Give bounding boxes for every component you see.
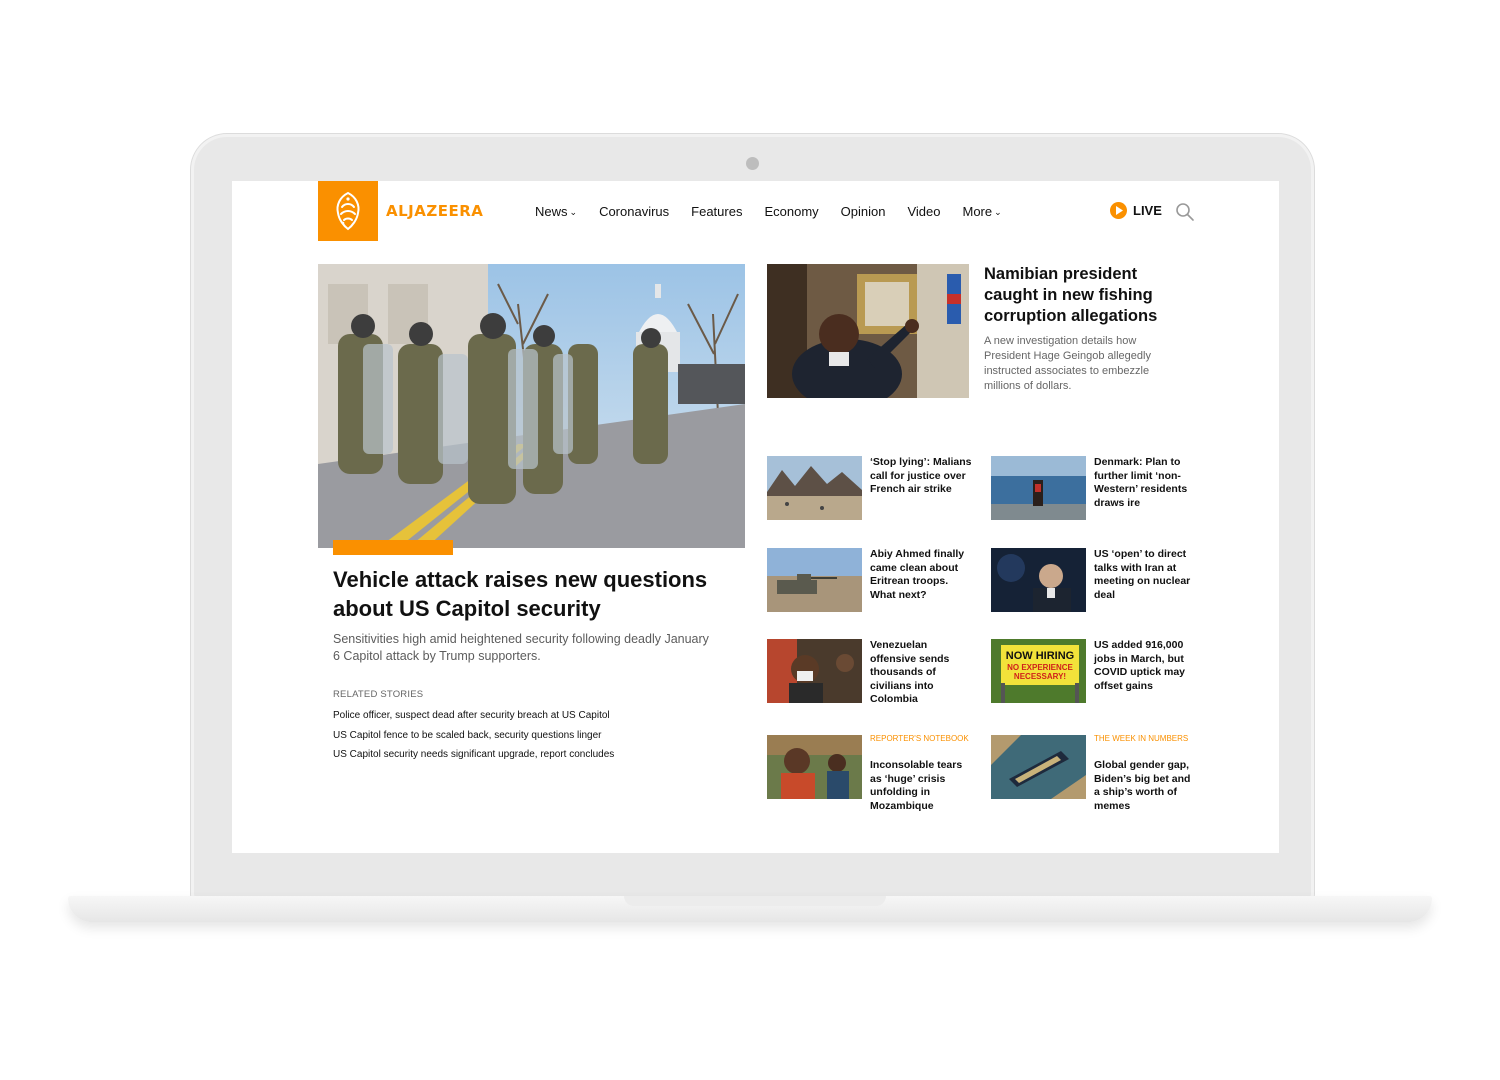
story-thumbnail	[767, 456, 862, 520]
story-thumbnail	[767, 548, 862, 612]
nav-item-video[interactable]: Video	[907, 204, 940, 219]
hero-image[interactable]	[318, 264, 745, 548]
story-card[interactable]: Abiy Ahmed finally came clean about Erit…	[767, 548, 977, 628]
story-title: Denmark: Plan to further limit ‘non-West…	[1094, 456, 1188, 509]
nav-item-more[interactable]: More ⌄	[963, 204, 1002, 219]
related-story-link[interactable]: US Capitol security needs significant up…	[333, 745, 614, 765]
related-stories-list: Police officer, suspect dead after secur…	[333, 706, 614, 765]
live-label: LIVE	[1133, 203, 1162, 218]
story-card[interactable]: REPORTER'S NOTEBOOK Inconsolable tears a…	[767, 734, 977, 815]
chevron-down-icon: ⌄	[569, 207, 578, 217]
nav-item-economy[interactable]: Economy	[764, 204, 818, 219]
nav-item-features[interactable]: Features	[691, 204, 742, 219]
featured-title[interactable]: Namibian president caught in new fishing…	[984, 264, 1189, 327]
related-stories-label: RELATED STORIES	[333, 689, 424, 700]
story-card[interactable]: Denmark: Plan to further limit ‘non-West…	[991, 456, 1201, 536]
story-category: THE WEEK IN NUMBERS	[1094, 734, 1189, 743]
svg-text:NECESSARY!: NECESSARY!	[1014, 672, 1066, 681]
related-story-link[interactable]: US Capitol fence to be scaled back, secu…	[333, 726, 614, 746]
story-thumbnail	[767, 639, 862, 703]
story-title: Abiy Ahmed finally came clean about Erit…	[870, 548, 965, 601]
svg-text:NOW HIRING: NOW HIRING	[1006, 650, 1074, 662]
laptop-notch	[624, 896, 886, 906]
nav-item-opinion[interactable]: Opinion	[841, 204, 886, 219]
story-thumbnail	[991, 456, 1086, 520]
brand-name[interactable]: ALJAZEERA	[386, 202, 483, 220]
featured-image[interactable]	[767, 264, 969, 398]
featured-summary: A new investigation details how Presiden…	[984, 335, 1151, 392]
story-thumbnail	[991, 735, 1086, 799]
nav-item-news[interactable]: News ⌄	[535, 204, 577, 219]
play-icon	[1110, 202, 1127, 219]
search-icon[interactable]	[1175, 202, 1195, 227]
story-category: REPORTER'S NOTEBOOK	[870, 734, 969, 743]
main-nav: News ⌄ Coronavirus Features Economy Opini…	[535, 204, 1024, 219]
story-title: Inconsolable tears as ‘huge’ crisis unfo…	[870, 759, 963, 812]
story-card[interactable]: NOW HIRING NO EXPERIENCE NECESSARY! US a…	[991, 639, 1201, 719]
story-thumbnail: NOW HIRING NO EXPERIENCE NECESSARY!	[991, 639, 1086, 703]
story-thumbnail	[991, 548, 1086, 612]
story-thumbnail	[767, 735, 862, 799]
related-story-link[interactable]: Police officer, suspect dead after secur…	[333, 706, 614, 726]
story-card[interactable]: ‘Stop lying’: Malians call for justice o…	[767, 456, 977, 536]
story-card[interactable]: US ‘open’ to direct talks with Iran at m…	[991, 548, 1201, 628]
hero-summary: Sensitivities high amid heightened secur…	[333, 632, 709, 663]
camera-icon	[746, 157, 759, 170]
story-card[interactable]: Venezuelan offensive sends thousands of …	[767, 639, 977, 719]
svg-text:NO EXPERIENCE: NO EXPERIENCE	[1007, 663, 1073, 672]
story-title: US ‘open’ to direct talks with Iran at m…	[1094, 548, 1191, 601]
logo[interactable]	[318, 181, 378, 241]
live-button[interactable]: LIVE	[1110, 202, 1162, 219]
story-title: Global gender gap, Biden’s big bet and a…	[1094, 759, 1191, 812]
aljazeera-logo-icon	[336, 191, 360, 231]
chevron-down-icon: ⌄	[994, 207, 1002, 217]
hero-accent-bar	[333, 540, 453, 555]
story-title: US added 916,000 jobs in March, but COVI…	[1094, 639, 1186, 692]
browser-screen: ALJAZEERA News ⌄ Coronavirus Features Eco…	[232, 181, 1279, 853]
story-title: Venezuelan offensive sends thousands of …	[870, 639, 950, 705]
story-card[interactable]: THE WEEK IN NUMBERS Global gender gap, B…	[991, 734, 1201, 815]
nav-item-coronavirus[interactable]: Coronavirus	[599, 204, 669, 219]
story-title: ‘Stop lying’: Malians call for justice o…	[870, 456, 972, 495]
hero-title[interactable]: Vehicle attack raises new questions abou…	[333, 565, 733, 623]
